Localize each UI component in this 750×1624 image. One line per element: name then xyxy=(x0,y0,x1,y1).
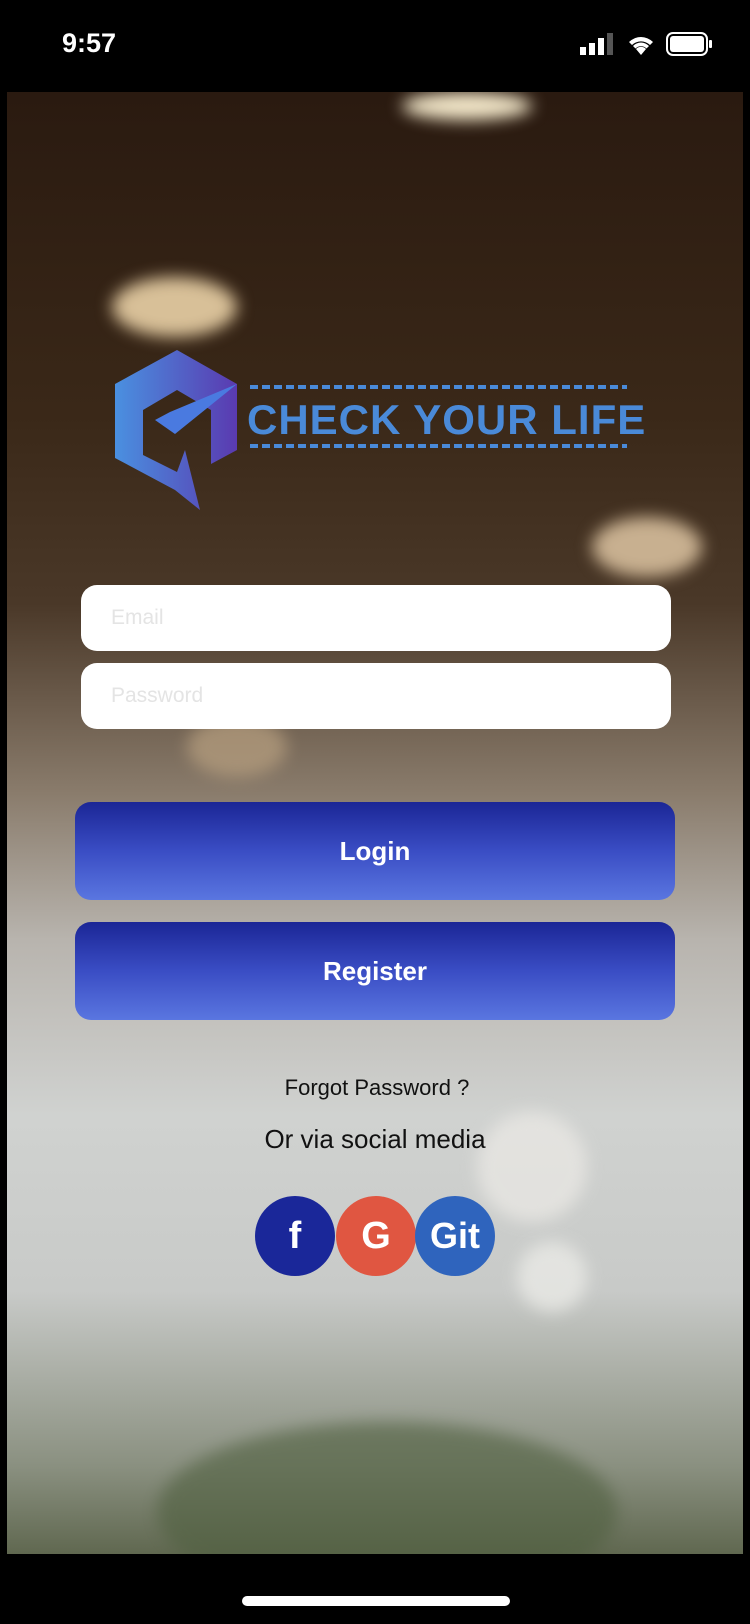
email-input[interactable] xyxy=(81,585,671,651)
facebook-login-button[interactable]: f xyxy=(255,1196,335,1276)
logo-text: CHECK YOUR LIFE xyxy=(247,396,647,443)
google-login-button[interactable]: G xyxy=(336,1196,416,1276)
status-bar: 9:57 xyxy=(0,0,750,92)
login-button[interactable]: Login xyxy=(75,802,675,900)
forgot-password-link[interactable]: Forgot Password ? xyxy=(2,1075,750,1101)
social-caption: Or via social media xyxy=(264,1124,486,1154)
github-login-button[interactable]: Git xyxy=(415,1196,495,1276)
signal-icon xyxy=(580,33,613,55)
password-input[interactable] xyxy=(81,663,671,729)
battery-icon xyxy=(666,32,712,56)
app-logo: CHECK YOUR LIFE xyxy=(115,350,645,520)
home-indicator[interactable] xyxy=(242,1596,510,1606)
register-button[interactable]: Register xyxy=(75,922,675,1020)
wifi-icon xyxy=(629,37,653,55)
status-time: 9:57 xyxy=(62,28,117,58)
